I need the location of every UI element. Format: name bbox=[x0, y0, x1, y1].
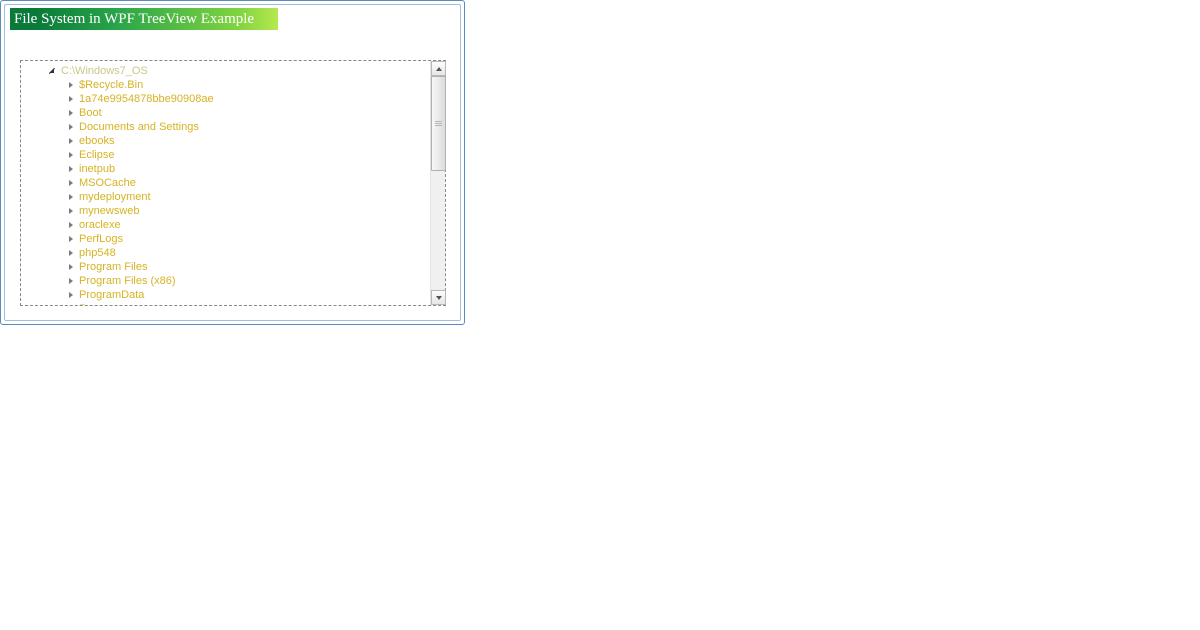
tree-scroll-viewport: C:\Windows7_OS $Recycle.Bin1a74e9954878b… bbox=[21, 61, 430, 305]
chevron-right-icon[interactable] bbox=[69, 208, 73, 214]
scroll-thumb[interactable] bbox=[431, 76, 446, 171]
chevron-right-icon[interactable] bbox=[69, 166, 73, 172]
treeview[interactable]: C:\Windows7_OS $Recycle.Bin1a74e9954878b… bbox=[20, 60, 446, 306]
tree-node[interactable]: MSOCache bbox=[21, 176, 430, 190]
tree-node-label: Boot bbox=[79, 106, 102, 120]
chevron-right-icon[interactable] bbox=[69, 96, 73, 102]
scroll-up-button[interactable] bbox=[431, 61, 446, 76]
tree-node[interactable]: $Recycle.Bin bbox=[21, 78, 430, 92]
chevron-right-icon[interactable] bbox=[69, 264, 73, 270]
tree-node[interactable]: Documents and Settings bbox=[21, 120, 430, 134]
tree-node[interactable]: mynewsweb bbox=[21, 204, 430, 218]
tree-node-label: $Recycle.Bin bbox=[79, 78, 143, 92]
tree-node[interactable]: Boot bbox=[21, 106, 430, 120]
tree-node-label: PerfLogs bbox=[79, 232, 123, 246]
chevron-right-icon[interactable] bbox=[69, 222, 73, 228]
tree-node[interactable]: mydeployment bbox=[21, 190, 430, 204]
tree-node[interactable]: Program Files (x86) bbox=[21, 274, 430, 288]
tree-node-label: 1a74e9954878bbe90908ae bbox=[79, 92, 214, 106]
chevron-right-icon[interactable] bbox=[69, 194, 73, 200]
chevron-right-icon[interactable] bbox=[69, 138, 73, 144]
tree-node[interactable]: ebooks bbox=[21, 134, 430, 148]
tree-children-list: $Recycle.Bin1a74e9954878bbe90908aeBootDo… bbox=[21, 78, 430, 305]
tree-node-label: Documents and Settings bbox=[79, 120, 199, 134]
tree-node-label: mydeployment bbox=[79, 190, 151, 204]
tree-node-label: Eclipse bbox=[79, 148, 114, 162]
tree-node-label: Program Files bbox=[79, 260, 147, 274]
chevron-up-icon bbox=[436, 67, 442, 71]
title-row: File System in WPF TreeView Example bbox=[8, 8, 457, 30]
tree-node[interactable]: ProgramData bbox=[21, 288, 430, 302]
chevron-down-icon bbox=[436, 296, 442, 300]
tree-node-label: MSOCache bbox=[79, 176, 136, 190]
chevron-right-icon[interactable] bbox=[69, 250, 73, 256]
tree-node[interactable]: 1a74e9954878bbe90908ae bbox=[21, 92, 430, 106]
chevron-right-icon[interactable] bbox=[69, 82, 73, 88]
tree-node[interactable]: inetpub bbox=[21, 162, 430, 176]
tree-node-label: oraclexe bbox=[79, 218, 121, 232]
tree-node[interactable]: PerfLogs bbox=[21, 232, 430, 246]
chevron-right-icon[interactable] bbox=[69, 110, 73, 116]
chevron-right-icon[interactable] bbox=[69, 278, 73, 284]
page-title: File System in WPF TreeView Example bbox=[10, 8, 278, 30]
tree-node[interactable]: Recovery bbox=[21, 302, 430, 305]
window-client-area: File System in WPF TreeView Example C:\W… bbox=[4, 4, 461, 321]
tree-node-label: mynewsweb bbox=[79, 204, 140, 218]
scroll-down-button[interactable] bbox=[431, 290, 446, 305]
chevron-right-icon[interactable] bbox=[69, 152, 73, 158]
tree-root-list: C:\Windows7_OS $Recycle.Bin1a74e9954878b… bbox=[21, 64, 430, 305]
tree-node-label: php548 bbox=[79, 246, 116, 260]
tree-node[interactable]: Eclipse bbox=[21, 148, 430, 162]
tree-node[interactable]: oraclexe bbox=[21, 218, 430, 232]
tree-node-label: ProgramData bbox=[79, 288, 144, 302]
title-label: File System in WPF TreeView Example bbox=[14, 11, 254, 28]
tree-node-label: inetpub bbox=[79, 162, 115, 176]
tree-node-label: ebooks bbox=[79, 134, 114, 148]
tree-node-root[interactable]: C:\Windows7_OS bbox=[21, 64, 430, 78]
tree-node[interactable]: Program Files bbox=[21, 260, 430, 274]
chevron-right-icon[interactable] bbox=[69, 236, 73, 242]
tree-node-label: C:\Windows7_OS bbox=[61, 64, 148, 78]
tree-node-label: Recovery bbox=[79, 302, 125, 305]
tree-node[interactable]: php548 bbox=[21, 246, 430, 260]
chevron-right-icon[interactable] bbox=[69, 124, 73, 130]
chevron-right-icon[interactable] bbox=[69, 292, 73, 298]
tree-node-label: Program Files (x86) bbox=[79, 274, 176, 288]
chevron-down-icon[interactable] bbox=[49, 68, 55, 74]
chevron-right-icon[interactable] bbox=[69, 180, 73, 186]
app-window: File System in WPF TreeView Example C:\W… bbox=[0, 0, 465, 325]
vertical-scrollbar[interactable] bbox=[430, 61, 445, 305]
